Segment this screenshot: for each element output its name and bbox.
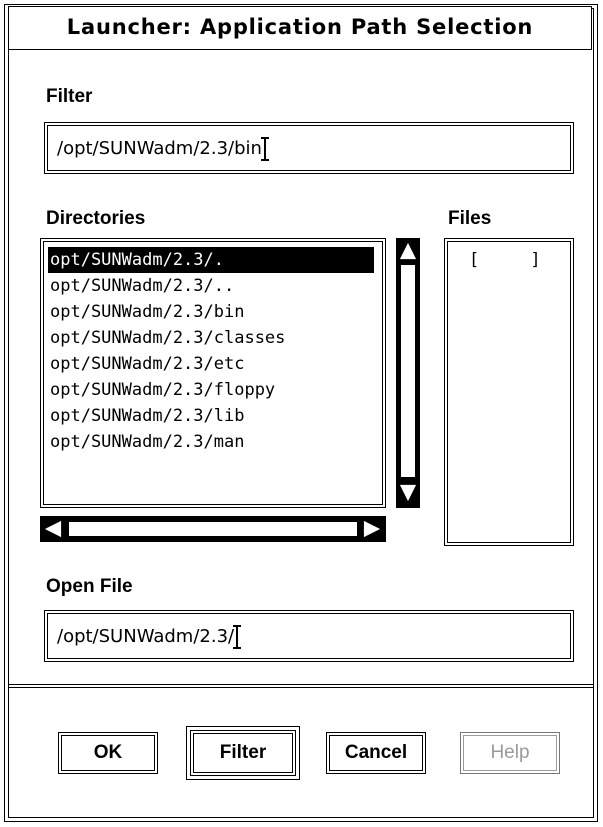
title-bar[interactable]: Launcher: Application Path Selection xyxy=(8,6,592,50)
ok-button[interactable]: OK xyxy=(58,732,158,774)
open-file-value: /opt/SUNWadm/2.3/ xyxy=(57,625,242,649)
text-cursor-icon xyxy=(233,625,242,649)
vertical-scroll-thumb[interactable] xyxy=(400,264,416,478)
horizontal-scroll-thumb[interactable] xyxy=(68,521,358,537)
filter-button[interactable]: Filter xyxy=(190,730,296,776)
scroll-right-arrow-icon[interactable] xyxy=(363,520,381,538)
directory-item[interactable]: opt/SUNWadm/2.3/etc xyxy=(48,351,244,377)
button-area-separator xyxy=(8,684,594,688)
window-title: Launcher: Application Path Selection xyxy=(66,15,534,39)
open-file-input[interactable]: /opt/SUNWadm/2.3/ xyxy=(44,610,574,662)
scroll-up-arrow-icon[interactable] xyxy=(399,242,417,260)
directories-list[interactable]: opt/SUNWadm/2.3/. opt/SUNWadm/2.3/.. opt… xyxy=(40,238,386,508)
filter-input[interactable]: /opt/SUNWadm/2.3/bin xyxy=(44,122,574,174)
files-list[interactable]: [ ] xyxy=(444,238,574,546)
cancel-button[interactable]: Cancel xyxy=(326,732,426,774)
help-button[interactable]: Help xyxy=(460,732,560,774)
filter-label: Filter xyxy=(46,86,93,107)
directory-item[interactable]: opt/SUNWadm/2.3/classes xyxy=(48,325,285,351)
directory-item[interactable]: opt/SUNWadm/2.3/bin xyxy=(48,299,244,325)
directories-label: Directories xyxy=(46,208,146,229)
open-file-text: /opt/SUNWadm/2.3/ xyxy=(57,626,235,647)
scroll-down-arrow-icon[interactable] xyxy=(399,484,417,502)
files-label: Files xyxy=(448,208,492,229)
directory-item[interactable]: opt/SUNWadm/2.3/floppy xyxy=(48,377,275,403)
filter-value: /opt/SUNWadm/2.3/bin xyxy=(57,137,269,161)
directory-item[interactable]: opt/SUNWadm/2.3/lib xyxy=(48,403,244,429)
directories-horizontal-scrollbar[interactable] xyxy=(40,516,386,542)
directory-item[interactable]: opt/SUNWadm/2.3/. xyxy=(48,247,374,273)
open-file-label: Open File xyxy=(46,576,133,597)
directory-item[interactable]: opt/SUNWadm/2.3/man xyxy=(48,429,244,455)
file-item[interactable]: [ ] xyxy=(467,247,541,273)
scroll-left-arrow-icon[interactable] xyxy=(44,520,62,538)
directories-vertical-scrollbar[interactable] xyxy=(396,238,420,508)
text-cursor-icon xyxy=(260,137,269,161)
directory-item[interactable]: opt/SUNWadm/2.3/.. xyxy=(48,273,234,299)
filter-text: /opt/SUNWadm/2.3/bin xyxy=(57,138,262,159)
